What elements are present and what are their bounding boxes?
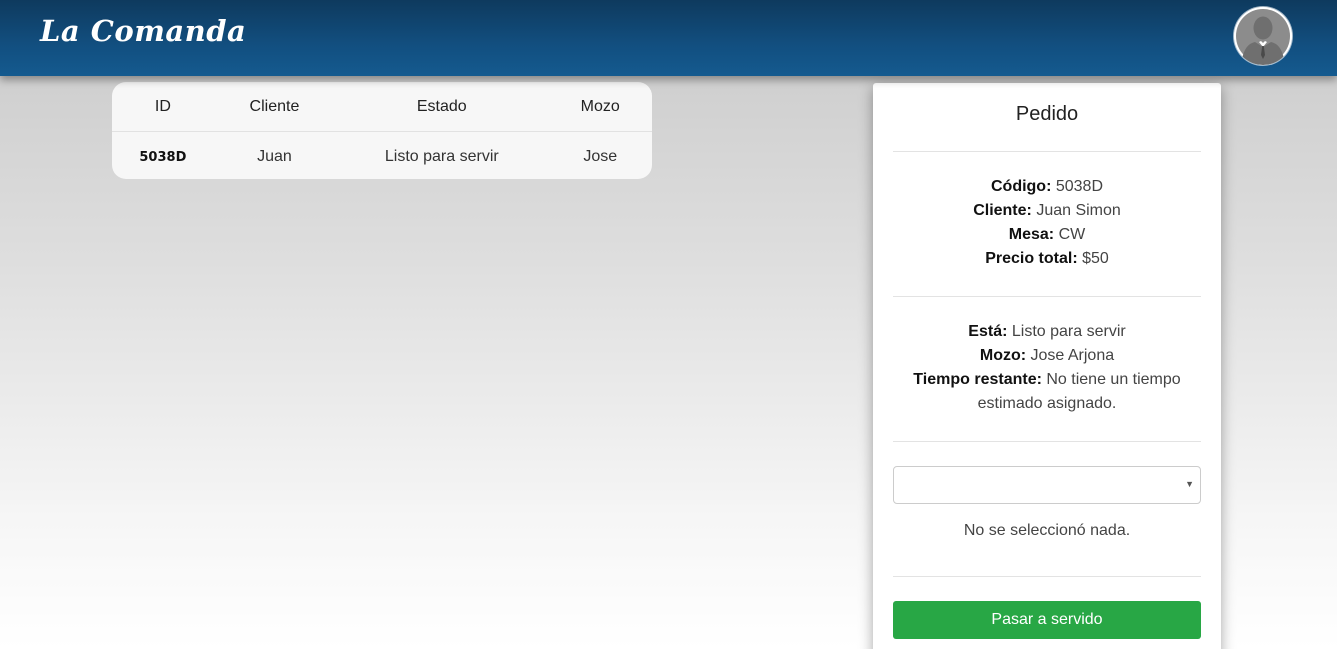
cliente-label: Cliente:: [973, 202, 1032, 219]
esta-line: Está: Listo para servir: [893, 320, 1201, 344]
order-detail-panel: Pedido Código: 5038D Cliente: Juan Simon…: [873, 83, 1221, 649]
cliente-line: Cliente: Juan Simon: [893, 199, 1201, 223]
top-navbar: La Comanda: [0, 0, 1337, 76]
esta-value: Listo para servir: [1011, 323, 1126, 340]
order-cliente-cell: Juan: [257, 148, 292, 165]
divider: [893, 441, 1201, 442]
order-summary: Código: 5038D Cliente: Juan Simon Mesa: …: [893, 175, 1201, 271]
panel-title: Pedido: [1015, 103, 1079, 125]
pasar-a-servido-button[interactable]: Pasar a servido: [893, 601, 1201, 639]
order-mozo-cell: Jose: [583, 148, 618, 165]
divider: [893, 296, 1201, 297]
table-row[interactable]: 5038D Juan Listo para servir Jose: [112, 132, 652, 180]
status-select[interactable]: ▼: [893, 466, 1201, 504]
codigo-value: 5038D: [1055, 178, 1104, 195]
chevron-down-icon: ▼: [1185, 479, 1194, 489]
tiempo-line: Tiempo restante: No tiene un tiempo esti…: [893, 368, 1201, 416]
order-id-cell: 5038D: [139, 149, 187, 165]
orders-table: ID Cliente Estado Mozo 5038D Juan Listo …: [112, 82, 652, 179]
orders-table-card: ID Cliente Estado Mozo 5038D Juan Listo …: [112, 82, 652, 179]
brand-logo[interactable]: La Comanda: [40, 14, 246, 48]
select-status-text: No se seleccionó nada.: [963, 522, 1131, 539]
esta-label: Está:: [968, 323, 1008, 340]
mesa-line: Mesa: CW: [893, 223, 1201, 247]
user-avatar-icon[interactable]: [1234, 7, 1292, 65]
table-header-row: ID Cliente Estado Mozo: [112, 82, 652, 132]
mesa-label: Mesa:: [1008, 226, 1055, 243]
mesa-value: CW: [1058, 226, 1086, 243]
order-status-block: Está: Listo para servir Mozo: Jose Arjon…: [893, 320, 1201, 416]
precio-value: $50: [1082, 250, 1109, 267]
column-header-estado[interactable]: Estado: [335, 82, 549, 132]
codigo-label: Código:: [990, 178, 1052, 195]
codigo-line: Código: 5038D: [893, 175, 1201, 199]
divider: [893, 151, 1201, 152]
column-header-cliente[interactable]: Cliente: [213, 82, 336, 132]
divider: [893, 576, 1201, 577]
column-header-id[interactable]: ID: [112, 82, 214, 132]
mozo-value: Jose Arjona: [1030, 347, 1115, 364]
mozo-label: Mozo:: [979, 347, 1027, 364]
mozo-line: Mozo: Jose Arjona: [893, 344, 1201, 368]
precio-label: Precio total:: [985, 250, 1078, 267]
tiempo-label: Tiempo restante:: [913, 371, 1042, 388]
precio-line: Precio total: $50: [893, 247, 1201, 271]
column-header-mozo[interactable]: Mozo: [548, 82, 652, 132]
cliente-value: Juan Simon: [1036, 202, 1121, 219]
order-estado-cell: Listo para servir: [384, 148, 499, 165]
